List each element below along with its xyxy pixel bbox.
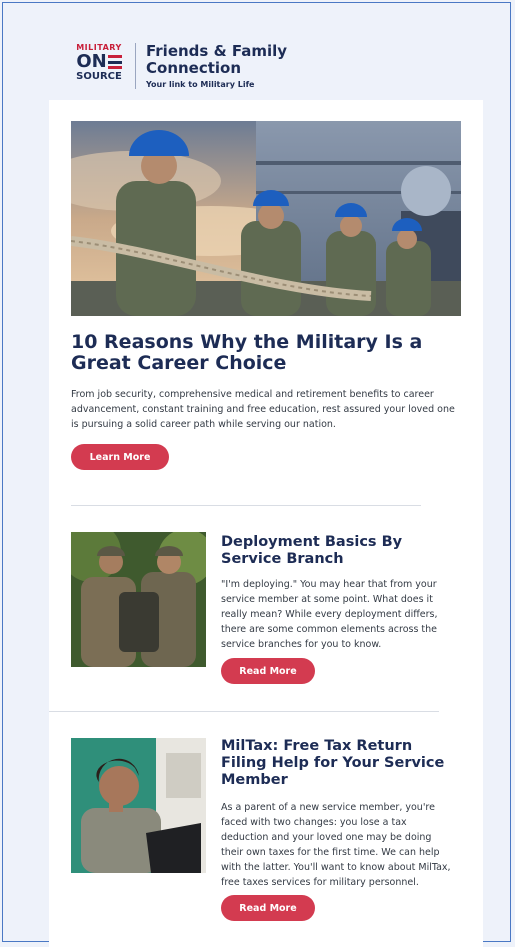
section-divider xyxy=(71,505,421,506)
newsletter-tagline: Your link to Military Life xyxy=(146,80,255,89)
email-frame: MILITARY ON SOURCE Friends & Family Conn… xyxy=(2,2,511,947)
header-divider xyxy=(135,43,136,89)
newsletter-title-block: Friends & Family Connection Your link to… xyxy=(146,42,288,90)
miltax-thumbnail[interactable] xyxy=(71,738,206,873)
deployment-thumbnail[interactable] xyxy=(71,532,206,667)
military-onesource-logo[interactable]: MILITARY ON SOURCE xyxy=(71,43,127,83)
miltax-body: As a parent of a new service member, you… xyxy=(221,802,451,888)
content-card: 10 Reasons Why the Military Is a Great C… xyxy=(49,100,483,947)
flag-icon xyxy=(107,55,122,69)
logo-one-text: ON xyxy=(76,51,107,72)
email-header: MILITARY ON SOURCE Friends & Family Conn… xyxy=(71,43,287,93)
logo-one: ON xyxy=(76,51,122,72)
miltax-read-more-button[interactable]: Read More xyxy=(221,895,315,921)
hero-description: From job security, comprehensive medical… xyxy=(71,389,455,430)
deployment-title[interactable]: Deployment Basics By Service Branch xyxy=(221,534,451,568)
deployment-read-more-button[interactable]: Read More xyxy=(221,658,315,684)
logo-source-text: SOURCE xyxy=(76,71,122,82)
deployment-body: "I'm deploying." You may hear that from … xyxy=(221,579,438,650)
hero-image[interactable] xyxy=(71,121,461,316)
newsletter-title-line2: Connection xyxy=(146,59,242,77)
newsletter-title-line1: Friends & Family xyxy=(146,42,288,60)
section-divider xyxy=(49,711,439,712)
hero-title[interactable]: 10 Reasons Why the Military Is a Great C… xyxy=(71,332,451,374)
learn-more-button[interactable]: Learn More xyxy=(71,444,169,470)
miltax-title[interactable]: MilTax: Free Tax Return Filing Help for … xyxy=(221,738,461,789)
